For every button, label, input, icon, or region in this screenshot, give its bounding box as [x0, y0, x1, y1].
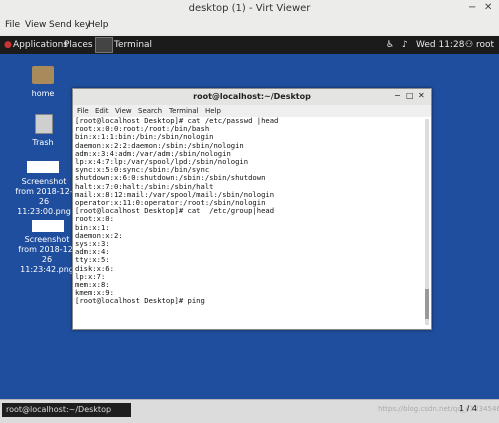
term-menu-edit[interactable]: Edit — [95, 107, 109, 115]
viewer-menubar: File View Send key Help — [0, 18, 499, 34]
minimize-icon[interactable]: − — [468, 2, 476, 13]
terminal-line: sys:x:3: — [75, 239, 110, 249]
terminal-line: mem:x:8: — [75, 280, 110, 290]
terminal-line: adm:x:4: — [75, 247, 110, 257]
applications-icon: ● — [4, 40, 12, 50]
term-menu-help[interactable]: Help — [205, 107, 221, 115]
term-menu-search[interactable]: Search — [138, 107, 162, 115]
minimize-icon[interactable]: − — [394, 91, 401, 100]
scrollbar-thumb[interactable] — [425, 289, 429, 319]
desktop-icon-home[interactable]: home — [22, 89, 64, 99]
viewer-title: desktop (1) - Virt Viewer — [188, 3, 311, 14]
terminal-line: disk:x:6: — [75, 263, 114, 273]
terminal-titlebar[interactable]: root@localhost:~/Desktop − □ ✕ — [73, 89, 431, 105]
terminal-line: lp:x:7: — [75, 271, 106, 281]
accessibility-icon[interactable]: ♿ — [386, 40, 394, 50]
terminal-line: root:x:0: — [75, 214, 114, 224]
term-menu-view[interactable]: View — [115, 107, 132, 115]
applications-menu[interactable]: Applications — [13, 40, 68, 50]
gnome-top-bar: ● Applications Places Terminal ♿ ♪ Wed 1… — [0, 36, 499, 54]
home-folder-icon[interactable] — [32, 66, 54, 84]
terminal-scrollbar[interactable] — [425, 119, 429, 325]
viewer-titlebar: desktop (1) - Virt Viewer − ✕ — [0, 0, 499, 18]
sound-icon[interactable]: ♪ — [402, 40, 408, 50]
desktop-icon-trash[interactable]: Trash — [22, 138, 64, 148]
menu-send-key[interactable]: Send key — [49, 20, 90, 30]
bottom-taskbar: root@localhost:~/Desktop https://blog.cs… — [0, 399, 499, 423]
terminal-line: tty:x:5: — [75, 255, 110, 265]
clock[interactable]: Wed 11:28 — [416, 40, 464, 50]
terminal-tab[interactable]: Terminal — [114, 40, 152, 50]
user-menu[interactable]: root — [476, 40, 494, 50]
desktop-icon-screenshot-1[interactable]: Screenshot from 2018-12-26 11:23:00.png — [15, 177, 73, 217]
image-file-icon[interactable] — [32, 220, 64, 232]
workspace-indicator[interactable]: 1 / 4 — [459, 404, 477, 413]
menu-file[interactable]: File — [5, 20, 20, 30]
terminal-window[interactable]: root@localhost:~/Desktop − □ ✕ File Edit… — [72, 88, 432, 330]
terminal-output[interactable]: [root@localhost Desktop]# cat /etc/passw… — [73, 116, 425, 327]
terminal-line: [root@localhost Desktop]# ping — [75, 296, 205, 306]
menu-help[interactable]: Help — [88, 20, 109, 30]
terminal-icon — [95, 37, 113, 53]
desktop-icon-screenshot-2[interactable]: Screenshot from 2018-12-26 11:23:42.png — [18, 235, 76, 275]
trash-icon[interactable] — [35, 114, 53, 134]
close-icon[interactable]: ✕ — [418, 91, 425, 100]
terminal-line: [root@localhost Desktop]# cat /etc/group… — [75, 206, 275, 216]
terminal-title: root@localhost:~/Desktop — [193, 92, 311, 101]
image-file-icon[interactable] — [27, 161, 59, 173]
term-menu-terminal[interactable]: Terminal — [169, 107, 199, 115]
user-icon: ⚇ — [465, 40, 474, 50]
watermark: https://blog.csdn.net/qq_41234546 — [378, 405, 499, 413]
menu-view[interactable]: View — [25, 20, 46, 30]
taskbar-item-terminal[interactable]: root@localhost:~/Desktop — [2, 403, 131, 417]
terminal-line: daemon:x:2: — [75, 230, 123, 240]
terminal-line: bin:x:1: — [75, 222, 110, 232]
close-icon[interactable]: ✕ — [484, 2, 492, 13]
term-menu-file[interactable]: File — [77, 107, 89, 115]
places-menu[interactable]: Places — [64, 40, 93, 50]
maximize-icon[interactable]: □ — [406, 91, 414, 100]
